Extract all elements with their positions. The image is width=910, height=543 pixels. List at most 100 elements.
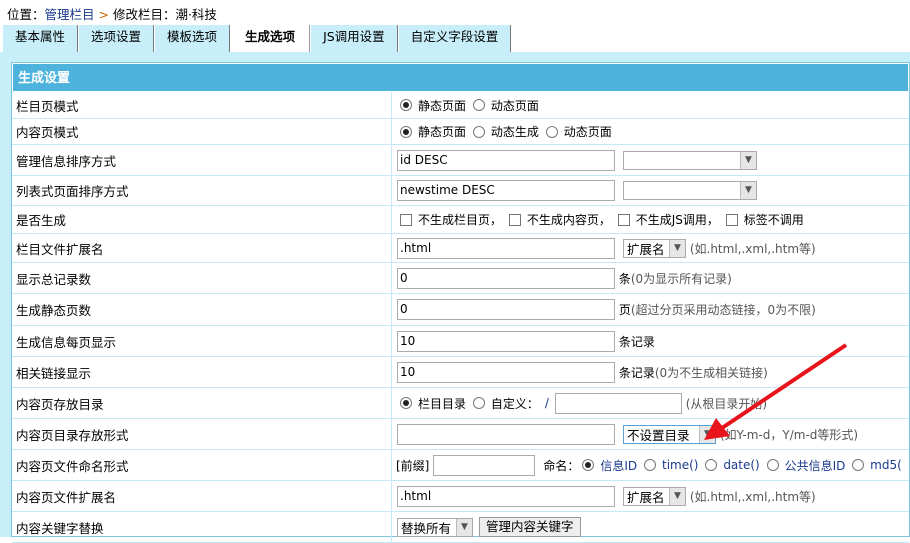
chevron-down-icon: ▼ bbox=[699, 425, 715, 443]
label: 列表式页面排序方式 bbox=[12, 176, 392, 205]
chevron-down-icon: ▼ bbox=[740, 151, 756, 169]
option-label: 动态页面 bbox=[490, 98, 539, 113]
admin-order-input[interactable]: id DESC bbox=[397, 149, 615, 171]
label: 内容页文件命名形式 bbox=[12, 450, 392, 480]
radio-static[interactable] bbox=[400, 125, 412, 138]
option-label: time() bbox=[662, 458, 699, 472]
tab-template[interactable]: 模板选项 bbox=[155, 25, 231, 52]
unit: 条 bbox=[618, 271, 631, 286]
label: 内容页模式 bbox=[12, 119, 392, 144]
tab-panel: 生成设置 栏目页模式 静态页面 动态页面 内容页模式 静态页面 动态生成 动态页… bbox=[0, 52, 910, 543]
label: 内容页目录存放形式 bbox=[12, 419, 392, 449]
chevron-down-icon: ▼ bbox=[456, 518, 472, 536]
unit: 条记录 bbox=[618, 365, 655, 380]
radio-public-id[interactable] bbox=[766, 459, 779, 471]
breadcrumb-sep: > bbox=[94, 7, 113, 22]
static-pages-input[interactable]: 0 bbox=[397, 299, 615, 320]
option-label: 信息ID bbox=[600, 458, 638, 473]
checkbox-no-content[interactable] bbox=[508, 213, 521, 226]
select-value: 扩展名 bbox=[627, 489, 665, 505]
radio-dynamic[interactable] bbox=[472, 99, 485, 111]
chevron-down-icon: ▼ bbox=[740, 182, 756, 199]
custom-dir-input[interactable] bbox=[554, 392, 682, 414]
list-order-input[interactable]: newstime DESC bbox=[397, 180, 615, 201]
chevron-down-icon: ▼ bbox=[669, 239, 685, 257]
tab-basic[interactable]: 基本属性 bbox=[3, 25, 79, 52]
option-label: 标签不调用 bbox=[743, 213, 804, 227]
tab-generate[interactable]: 生成选项 bbox=[231, 25, 311, 53]
list-order-select[interactable]: ▼ bbox=[623, 181, 757, 200]
row-related: 相关链接显示 10 条记录 (0为不生成相关链接) bbox=[12, 357, 909, 388]
keyword-replace-select[interactable]: 替换所有 ▼ bbox=[397, 517, 473, 537]
label: 内容关键字替换 bbox=[12, 512, 392, 542]
dir-format-select[interactable]: 不设置目录 ▼ bbox=[623, 424, 716, 444]
select-value: 替换所有 bbox=[401, 520, 452, 536]
row-generate: 是否生成 不生成栏目页， 不生成内容页， 不生成JS调用， 标签不调用 bbox=[12, 206, 909, 234]
row-list-order: 列表式页面排序方式 newstime DESC ▼ bbox=[12, 176, 909, 206]
tab-js[interactable]: JS调用设置 bbox=[311, 25, 398, 52]
label: 显示总记录数 bbox=[12, 263, 392, 293]
option-label: 静态页面 bbox=[418, 98, 467, 113]
label: 生成信息每页显示 bbox=[12, 326, 392, 356]
select-value: 扩展名 bbox=[627, 241, 665, 257]
row-list-ext: 栏目文件扩展名 .html 扩展名 ▼ (如.html,.xml,.htm等) bbox=[12, 234, 909, 263]
row-total-records: 显示总记录数 0 条 (0为显示所有记录) bbox=[12, 263, 909, 294]
prefix-input[interactable] bbox=[433, 454, 536, 476]
row-dir-format: 内容页目录存放形式 不设置目录 ▼ (如Y-m-d，Y/m-d等形式) bbox=[12, 419, 909, 450]
option-label: 静态页面 bbox=[418, 125, 467, 139]
select-value: 不设置目录 bbox=[627, 427, 690, 443]
radio-static[interactable] bbox=[400, 99, 412, 111]
row-keyword: 内容关键字替换 替换所有 ▼ 管理内容关键字 bbox=[12, 512, 909, 543]
radio-dynamic-generate[interactable] bbox=[472, 125, 485, 138]
row-content-mode: 内容页模式 静态页面 动态生成 动态页面 bbox=[12, 119, 909, 145]
hint: (如.html,.xml,.htm等) bbox=[689, 241, 816, 256]
label: 是否生成 bbox=[12, 206, 392, 233]
per-page-input[interactable]: 10 bbox=[397, 330, 615, 352]
breadcrumb-current: 修改栏目：潮·科技 bbox=[112, 7, 217, 22]
tab-bar: 基本属性 选项设置 模板选项 生成选项 JS调用设置 自定义字段设置 bbox=[3, 25, 512, 53]
radio-custom-dir[interactable] bbox=[472, 397, 485, 409]
list-ext-select[interactable]: 扩展名 ▼ bbox=[623, 238, 686, 258]
radio-time[interactable] bbox=[644, 459, 656, 471]
label: 生成静态页数 bbox=[12, 294, 392, 325]
breadcrumb-link[interactable]: 管理栏目 bbox=[45, 7, 95, 22]
settings-table: 生成设置 栏目页模式 静态页面 动态页面 内容页模式 静态页面 动态生成 动态页… bbox=[11, 62, 910, 543]
option-label: 公共信息ID bbox=[784, 458, 846, 473]
tab-custom-fields[interactable]: 自定义字段设置 bbox=[398, 25, 512, 52]
tab-options[interactable]: 选项设置 bbox=[79, 25, 155, 52]
admin-order-select[interactable]: ▼ bbox=[623, 150, 757, 170]
row-admin-order: 管理信息排序方式 id DESC ▼ bbox=[12, 145, 909, 176]
hint: (如Y-m-d，Y/m-d等形式) bbox=[719, 427, 859, 442]
checkbox-no-list[interactable] bbox=[400, 213, 412, 226]
label: 管理信息排序方式 bbox=[12, 145, 392, 175]
dir-format-input[interactable] bbox=[397, 423, 615, 445]
radio-md5[interactable] bbox=[852, 459, 865, 471]
breadcrumb: 位置：管理栏目 > 修改栏目：潮·科技 bbox=[7, 4, 217, 23]
slash: / bbox=[544, 396, 549, 410]
option-label: date() bbox=[723, 458, 760, 472]
radio-info-id[interactable] bbox=[582, 459, 595, 471]
row-naming: 内容页文件命名形式 [前缀] 命名： 信息ID time() date() 公共信息… bbox=[12, 450, 909, 481]
radio-date[interactable] bbox=[705, 459, 718, 471]
prefix-label: [前缀] bbox=[396, 458, 430, 473]
option-label: 栏目目录 bbox=[418, 396, 467, 411]
label: 栏目页模式 bbox=[12, 92, 392, 118]
option-label: 不生成栏目页， bbox=[418, 213, 503, 227]
option-label: md5( bbox=[870, 458, 902, 472]
manage-keywords-button[interactable]: 管理内容关键字 bbox=[479, 517, 581, 537]
checkbox-no-js[interactable] bbox=[617, 213, 630, 226]
label: 内容页存放目录 bbox=[12, 388, 392, 418]
option-label: 动态页面 bbox=[563, 125, 612, 139]
content-ext-input[interactable]: .html bbox=[397, 485, 615, 507]
checkbox-no-tag[interactable] bbox=[725, 213, 738, 226]
content-ext-select[interactable]: 扩展名 ▼ bbox=[623, 486, 686, 506]
row-per-page: 生成信息每页显示 10 条记录 bbox=[12, 326, 909, 357]
breadcrumb-prefix: 位置： bbox=[7, 7, 45, 22]
radio-dynamic[interactable] bbox=[545, 125, 558, 138]
total-records-input[interactable]: 0 bbox=[397, 267, 615, 289]
chevron-down-icon: ▼ bbox=[669, 487, 685, 505]
related-input[interactable]: 10 bbox=[397, 361, 615, 383]
list-ext-input[interactable]: .html bbox=[397, 237, 615, 259]
unit: 页 bbox=[618, 303, 631, 317]
radio-column-dir[interactable] bbox=[400, 397, 412, 409]
